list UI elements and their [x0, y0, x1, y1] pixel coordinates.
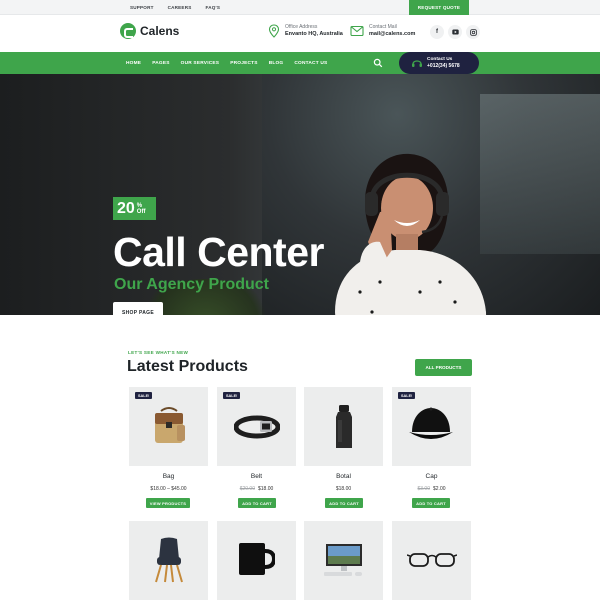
mail-label: Contact Mail: [369, 24, 397, 30]
nav-item-contact[interactable]: CONTACT US: [294, 61, 327, 66]
chair-image: [155, 537, 183, 583]
nav-item-projects[interactable]: PROJECTS: [230, 61, 257, 66]
product-card-belt[interactable]: SALE!: [217, 387, 296, 466]
product-card-chair[interactable]: [129, 521, 208, 600]
office-value: Envanto HQ, Australia: [285, 31, 343, 37]
product-card-computer[interactable]: [304, 521, 383, 600]
product-card-bag[interactable]: SALE!: [129, 387, 208, 466]
price-current: $18.00: [335, 486, 352, 492]
product-price: $3.00 $2.00: [392, 486, 471, 492]
nav-item-services[interactable]: OUR SERVICES: [181, 61, 220, 66]
top-link-faqs[interactable]: FAQ'S: [205, 5, 220, 10]
hero-subtitle: Our Agency Product: [114, 276, 269, 293]
nav-items: HOME PAGES OUR SERVICES PROJECTS BLOG CO…: [126, 52, 327, 74]
hero-banner: 20 % Off Call Center Our Agency Product …: [0, 64, 600, 315]
contact-mail: Contact Mail mail@calens.com: [350, 24, 415, 38]
logo-icon: [120, 23, 136, 39]
price-current: $18.00: [258, 486, 274, 492]
mail-value: mail@calens.com: [369, 31, 416, 37]
logo-text: Calens: [140, 24, 180, 38]
bottle-image: [336, 405, 352, 448]
request-quote-button[interactable]: REQUEST QUOTE: [409, 0, 469, 15]
site-header: Calens Office Address Envanto HQ, Austra…: [0, 15, 600, 52]
discount-number: 20: [117, 199, 135, 217]
instagram-icon[interactable]: [466, 25, 480, 39]
add-to-cart-button[interactable]: ADD TO CART: [325, 498, 363, 508]
product-card-botal[interactable]: [304, 387, 383, 466]
section-kicker: LET'S SEE WHAT'S NEW: [128, 350, 189, 355]
map-pin-icon: [268, 24, 280, 38]
top-link-careers[interactable]: CAREERS: [168, 5, 192, 10]
agent-photo: [335, 153, 487, 315]
nav-item-blog[interactable]: BLOG: [269, 61, 284, 66]
sale-badge: SALE!: [223, 392, 241, 399]
social-links: f: [430, 25, 480, 39]
discount-off: Off: [136, 208, 146, 215]
shop-page-button[interactable]: SHOP PAGE: [113, 302, 163, 315]
product-price: $18.00: [304, 486, 383, 492]
discount-badge: 20 % Off: [113, 197, 156, 220]
search-icon[interactable]: [373, 58, 383, 68]
nav-item-home[interactable]: HOME: [126, 61, 141, 66]
top-links: SUPPORT CAREERS FAQ'S: [130, 0, 220, 15]
product-card-mug[interactable]: [217, 521, 296, 600]
product-name[interactable]: Botal: [304, 473, 383, 480]
hero-title: Call Center: [113, 229, 324, 275]
sale-badge: SALE!: [135, 392, 153, 399]
glasses-image: [407, 553, 457, 567]
mug-image: [239, 543, 275, 575]
main-nav: HOME PAGES OUR SERVICES PROJECTS BLOG CO…: [0, 52, 600, 74]
add-to-cart-button[interactable]: ADD TO CART: [238, 498, 276, 508]
office-address: Office Address Envanto HQ, Australia: [268, 24, 343, 38]
mail-icon: [350, 25, 364, 37]
sale-badge: SALE!: [398, 392, 416, 399]
bag-image: [155, 407, 185, 443]
contact-us-pill[interactable]: Contact Us +012(34) 5678: [399, 52, 479, 74]
product-name[interactable]: Belt: [217, 473, 296, 480]
top-link-support[interactable]: SUPPORT: [130, 5, 154, 10]
price-old: $3.00: [417, 486, 430, 492]
product-name[interactable]: Bag: [129, 473, 208, 480]
price-old: $20.00: [239, 486, 255, 492]
product-card-cap[interactable]: SALE!: [392, 387, 471, 466]
facebook-icon[interactable]: f: [430, 25, 444, 39]
headset-icon: [412, 60, 422, 67]
contact-number: +012(34) 5678: [427, 62, 460, 69]
all-products-button[interactable]: ALL PRODUCTS: [415, 359, 472, 376]
belt-image: [234, 415, 280, 439]
office-label: Office Address: [285, 24, 318, 30]
hero-window: [480, 94, 600, 254]
youtube-icon[interactable]: [448, 25, 462, 39]
product-price: $18.00 – $45.00: [129, 486, 208, 492]
cap-image: [409, 407, 453, 439]
add-to-cart-button[interactable]: ADD TO CART: [412, 498, 450, 508]
top-bar: SUPPORT CAREERS FAQ'S REQUEST QUOTE: [0, 0, 600, 15]
price-current: $2.00: [433, 486, 446, 492]
product-name[interactable]: Cap: [392, 473, 471, 480]
product-price: $20.00 $18.00: [217, 486, 296, 492]
computer-image: [324, 544, 362, 576]
view-products-button[interactable]: VIEW PRODUCTS: [146, 498, 190, 508]
nav-item-pages[interactable]: PAGES: [152, 61, 169, 66]
price-current: $18.00 – $45.00: [150, 486, 187, 492]
logo[interactable]: Calens: [120, 23, 179, 39]
section-title: Latest Products: [127, 358, 248, 375]
product-card-glasses[interactable]: [392, 521, 471, 600]
